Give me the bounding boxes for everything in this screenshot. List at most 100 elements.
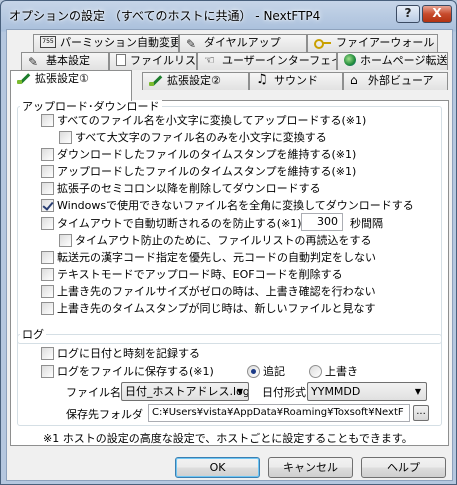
option-label: 上書き先のタイムスタンプが同じ時は、新しいファイルと見なす bbox=[57, 302, 376, 315]
tab-basic-settings[interactable]: ✎ 基本設定 bbox=[21, 52, 109, 70]
timeout-unit-label: 秒間隔 bbox=[350, 217, 383, 230]
pen-icon: ✎ bbox=[186, 37, 197, 51]
checkbox[interactable] bbox=[59, 131, 72, 144]
tab-file-list[interactable]: ファイルリスト bbox=[109, 52, 197, 70]
option-convert-invalid-filenames[interactable]: Windowsで使用できないファイル名を全角に変換してダウンロードする bbox=[41, 199, 414, 212]
save-folder-input[interactable]: C:¥Users¥vista¥AppData¥Roaming¥Toxsoft¥N… bbox=[148, 404, 410, 422]
window-title: オプションの設定 （すべてのホストに共通） - NextFTP4 bbox=[9, 9, 321, 23]
filename-label: ファイル名 bbox=[66, 386, 121, 399]
option-keep-download-timestamp[interactable]: ダウンロードしたファイルのタイムスタンプを維持する(※1) bbox=[41, 148, 356, 161]
dropdown-arrow-icon: ▼ bbox=[236, 387, 243, 396]
tab-label: 外部ビューア bbox=[368, 74, 434, 87]
checkbox[interactable] bbox=[41, 365, 54, 378]
radio-overwrite[interactable]: 上書き bbox=[309, 365, 358, 378]
option-label: Windowsで使用できないファイル名を全角に変換してダウンロードする bbox=[57, 199, 414, 212]
option-lowercase-upload[interactable]: すべてのファイル名を小文字に変換してアップロードする(※1) bbox=[41, 114, 366, 127]
tab-label: 拡張設定② bbox=[167, 74, 221, 87]
option-keep-upload-timestamp[interactable]: アップロードしたファイルのタイムスタンプを維持する(※1) bbox=[41, 165, 356, 178]
tab-permission-auto-change[interactable]: 755 パーミッション自動変更 bbox=[33, 34, 179, 52]
tab-panel-extended-settings-1: アップロード･ダウンロード すべてのファイル名を小文字に変換してアップロードする… bbox=[10, 100, 449, 446]
tab-user-interface[interactable]: ☜ ユーザーインターフェイス bbox=[197, 52, 337, 70]
cancel-button[interactable]: キャンセル bbox=[268, 457, 353, 478]
dialog-client: 755 パーミッション自動変更 ✎ ダイヤルアップ ファイアーウォール ✎ 基本設定 … bbox=[6, 29, 453, 481]
timeout-interval-input[interactable]: 300 bbox=[301, 213, 343, 231]
filename-select-value: 日付_ホストアドレス.log bbox=[125, 385, 249, 398]
option-label: ダウンロードしたファイルのタイムスタンプを維持する(※1) bbox=[57, 148, 357, 161]
option-uppercase-only[interactable]: すべて大文字のファイル名のみを小文字に変換する bbox=[59, 131, 327, 144]
key-icon bbox=[314, 36, 332, 49]
option-label: タイムアウト防止のために、ファイルリストの再読込をする bbox=[75, 234, 372, 247]
hand-icon: ☜ bbox=[204, 53, 215, 67]
browse-folder-button[interactable]: ... bbox=[413, 405, 429, 421]
radio-label: 追記 bbox=[263, 365, 285, 378]
checkbox[interactable] bbox=[41, 217, 54, 230]
option-prevent-timeout-disconnect[interactable]: タイムアウトで自動切断されるのを防止する(※1) bbox=[41, 217, 302, 230]
option-label: 上書き先のファイルサイズがゼロの時は、上書き確認を行わない bbox=[57, 285, 376, 298]
option-label: ログをファイルに保存する(※1) bbox=[57, 365, 214, 378]
checkbox[interactable] bbox=[41, 285, 54, 298]
checkbox[interactable] bbox=[41, 199, 54, 212]
radio-append[interactable]: 追記 bbox=[247, 365, 285, 378]
tab-label: 拡張設定① bbox=[35, 72, 89, 85]
option-log-save-file[interactable]: ログをファイルに保存する(※1) bbox=[41, 365, 214, 378]
log-group-label: ログ bbox=[20, 328, 46, 341]
option-remove-eof-code[interactable]: テキストモードでアップロード時、EOFコードを削除する bbox=[41, 268, 343, 281]
options-window: オプションの設定 （すべてのホストに共通） - NextFTP4 ? X 755… bbox=[0, 0, 457, 485]
checkbox[interactable] bbox=[41, 114, 54, 127]
option-prefer-kanji-code[interactable]: 転送元の漢字コード指定を優先し、元コードの自動判定をしない bbox=[41, 251, 376, 264]
tab-label: ダイヤルアップ bbox=[204, 36, 281, 49]
radio-button[interactable] bbox=[247, 365, 260, 378]
dropdown-arrow-icon: ▼ bbox=[414, 387, 421, 396]
tab-label: ユーザーインターフェイス bbox=[222, 54, 336, 67]
tab-extended-settings-1[interactable]: 拡張設定① bbox=[10, 70, 132, 101]
pen-icon: ✎ bbox=[28, 55, 39, 69]
brush-icon bbox=[17, 72, 31, 84]
checkbox[interactable] bbox=[59, 234, 72, 247]
filename-select[interactable]: 日付_ホストアドレス.log ▼ bbox=[121, 382, 249, 401]
option-label: 拡張子のセミコロン以降を削除してダウンロードする bbox=[57, 182, 321, 195]
upload-download-group-label: アップロード･ダウンロード bbox=[20, 100, 162, 113]
checkbox[interactable] bbox=[41, 182, 54, 195]
tab-dialup[interactable]: ✎ ダイヤルアップ bbox=[179, 34, 307, 52]
tab-homepage-transfer[interactable]: ホームページ転送 bbox=[337, 52, 448, 70]
tab-label: ファイルリスト bbox=[130, 54, 196, 67]
checkbox[interactable] bbox=[41, 251, 54, 264]
tab-extended-settings-2[interactable]: 拡張設定② bbox=[142, 72, 249, 90]
option-strip-semicolon-extension[interactable]: 拡張子のセミコロン以降を削除してダウンロードする bbox=[41, 182, 321, 195]
option-skip-confirm-zero-size[interactable]: 上書き先のファイルサイズがゼロの時は、上書き確認を行わない bbox=[41, 285, 376, 298]
option-label: ログに日付と時刻を記録する bbox=[57, 347, 200, 360]
tab-firewall[interactable]: ファイアーウォール bbox=[307, 34, 438, 52]
tab-sound[interactable]: ♫ サウンド bbox=[249, 72, 343, 90]
checkbox[interactable] bbox=[41, 347, 54, 360]
save-folder-label: 保存先フォルダ bbox=[66, 408, 143, 421]
date-format-label: 日付形式 bbox=[262, 386, 306, 399]
radio-button[interactable] bbox=[309, 365, 322, 378]
tab-strip: 755 パーミッション自動変更 ✎ ダイヤルアップ ファイアーウォール ✎ 基本設定 … bbox=[7, 30, 454, 102]
option-label: 転送元の漢字コード指定を優先し、元コードの自動判定をしない bbox=[57, 251, 376, 264]
checkbox[interactable] bbox=[41, 165, 54, 178]
option-reload-file-list[interactable]: タイムアウト防止のために、ファイルリストの再読込をする bbox=[59, 234, 371, 247]
keyboard-icon: 755 bbox=[40, 36, 56, 48]
radio-label: 上書き bbox=[325, 365, 358, 378]
globe-icon bbox=[344, 54, 356, 66]
option-same-timestamp-newer[interactable]: 上書き先のタイムスタンプが同じ時は、新しいファイルと見なす bbox=[41, 302, 375, 315]
close-button[interactable]: X bbox=[422, 5, 452, 23]
option-label: アップロードしたファイルのタイムスタンプを維持する(※1) bbox=[57, 165, 357, 178]
ok-button[interactable]: OK bbox=[175, 457, 260, 478]
checkbox[interactable] bbox=[41, 268, 54, 281]
help-button[interactable]: ヘルプ bbox=[361, 457, 446, 478]
title-bar[interactable]: オプションの設定 （すべてのホストに共通） - NextFTP4 ? X bbox=[1, 1, 456, 29]
tab-external-viewer[interactable]: ⌂ 外部ビューア bbox=[343, 72, 448, 90]
tab-label: ファイアーウォール bbox=[336, 36, 435, 49]
footnote: ※1 ホストの設定の高度な設定で、ホストごとに設定することもできます。 bbox=[43, 432, 413, 445]
date-format-select[interactable]: YYMMDD ▼ bbox=[307, 382, 427, 401]
option-log-datetime[interactable]: ログに日付と時刻を記録する bbox=[41, 347, 200, 360]
checkbox[interactable] bbox=[41, 148, 54, 161]
help-titlebar-button[interactable]: ? bbox=[396, 5, 420, 23]
tab-label: パーミッション自動変更 bbox=[60, 36, 179, 49]
option-label: すべてのファイル名を小文字に変換してアップロードする(※1) bbox=[57, 114, 367, 127]
option-label: タイムアウトで自動切断されるのを防止する(※1) bbox=[57, 217, 302, 230]
checkbox[interactable] bbox=[41, 302, 54, 315]
viewer-icon: ⌂ bbox=[350, 73, 358, 87]
brush-icon bbox=[149, 74, 163, 86]
